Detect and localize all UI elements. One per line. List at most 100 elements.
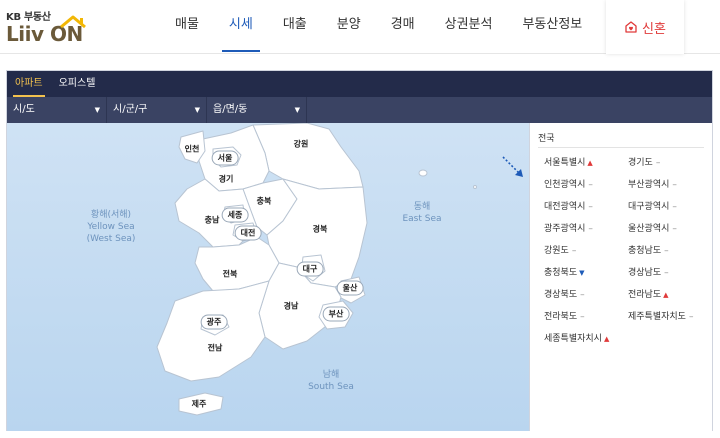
kb-liiv-on-logo[interactable]: KB 부동산 Liiv ON xyxy=(6,6,92,46)
region-list-title: 전국 xyxy=(538,134,555,144)
nav-item-prices[interactable]: 시세 xyxy=(214,0,268,52)
region-list-item-name: 세종특별자치시 xyxy=(544,334,602,344)
map-label-seoul[interactable]: 서울 xyxy=(211,150,239,166)
heart-house-icon xyxy=(625,21,637,33)
region-list-item-name: 인천광역시 xyxy=(544,180,586,190)
nav-item-realestate-info[interactable]: 부동산정보 xyxy=(507,0,597,52)
region-list-item[interactable]: 전라북도 – xyxy=(544,309,585,322)
nav-item-auction[interactable]: 경매 xyxy=(376,0,430,52)
map-label-jeju[interactable]: 제주 xyxy=(192,399,207,410)
nav-item-commercial-analysis[interactable]: 상권분석 xyxy=(430,0,508,52)
region-list-item[interactable]: 인천광역시 – xyxy=(544,177,593,190)
trend-up-icon: ▲ xyxy=(587,159,593,167)
map-label-gangwon[interactable]: 강원 xyxy=(294,139,309,150)
map-label-chungbuk[interactable]: 충북 xyxy=(257,196,272,207)
region-filter-bar: 시/도 ▼ 시/군/구 ▼ 읍/면/동 ▼ xyxy=(7,97,712,123)
map-label-gwangju[interactable]: 광주 xyxy=(200,314,228,330)
trend-flat-icon: – xyxy=(688,312,694,322)
region-list-item-name: 제주특별자치도 xyxy=(628,312,686,322)
map-label-daegu[interactable]: 대구 xyxy=(296,261,324,277)
trend-flat-icon: – xyxy=(580,312,585,322)
region-list-item[interactable]: 세종특별자치시 ▲ xyxy=(544,331,609,344)
west-sea-en-alt: (West Sea) xyxy=(86,234,136,244)
region-list-item[interactable]: 서울특별시 ▲ xyxy=(544,155,593,168)
region-list-item-name: 경기도 xyxy=(628,158,653,168)
nav-item-presale[interactable]: 분양 xyxy=(322,0,376,52)
eupmyeondong-select[interactable]: 읍/면/동 ▼ xyxy=(207,97,307,123)
region-list-item[interactable]: 충청남도 – xyxy=(628,243,669,256)
region-list-item[interactable]: 울산광역시 – xyxy=(628,221,677,234)
region-list-item-name: 강원도 xyxy=(544,246,569,256)
trend-flat-icon: – xyxy=(588,224,593,234)
region-list-item-name: 대구광역시 xyxy=(628,202,670,212)
nav-label: 분양 xyxy=(336,17,361,32)
property-type-tabs: 아파트 오피스텔 xyxy=(7,71,712,97)
trend-flat-icon: – xyxy=(571,246,577,256)
sigungu-select[interactable]: 시/군/구 ▼ xyxy=(107,97,207,123)
region-list-item[interactable]: 전라남도 ▲ xyxy=(628,287,669,300)
newlywed-button[interactable]: 신혼 xyxy=(606,0,684,54)
korea-map[interactable]: 황해(서해) Yellow Sea (West Sea) 동해 East Sea… xyxy=(7,123,529,431)
region-list-item[interactable]: 경기도 – xyxy=(628,155,660,168)
sido-select[interactable]: 시/도 ▼ xyxy=(7,97,107,123)
tab-apartment[interactable]: 아파트 xyxy=(7,71,51,97)
east-sea-en: East Sea xyxy=(402,214,442,224)
price-map-panel: 아파트 오피스텔 시/도 ▼ 시/군/구 ▼ 읍/면/동 ▼ 황해(서해) Ye… xyxy=(6,70,713,431)
map-label-jeonnam[interactable]: 전남 xyxy=(208,343,223,354)
region-list-divider xyxy=(538,147,704,148)
region-trend-list: 전국 서울특별시 ▲ 경기도 – 인천광역시 – 부산광역시 – 대전광역시 – 대구광역시 – 광주광… xyxy=(529,123,712,431)
south-sea-en: South Sea xyxy=(308,382,354,392)
map-label-ulsan[interactable]: 울산 xyxy=(336,280,364,296)
region-list-item[interactable]: 충청북도 ▼ xyxy=(544,265,585,278)
region-list-item-name: 대전광역시 xyxy=(544,202,586,212)
region-list-item[interactable]: 광주광역시 – xyxy=(544,221,593,234)
region-list-item[interactable]: 부산광역시 – xyxy=(628,177,677,190)
caret-down-icon: ▼ xyxy=(294,106,300,114)
nav-label: 경매 xyxy=(390,17,415,32)
map-label-gyeongbuk[interactable]: 경북 xyxy=(313,224,328,235)
trend-flat-icon: – xyxy=(672,202,677,212)
trend-flat-icon: – xyxy=(588,180,593,190)
region-list-item-name: 부산광역시 xyxy=(628,180,670,190)
region-list-item[interactable]: 경상남도 – xyxy=(628,265,669,278)
trend-flat-icon: – xyxy=(588,202,593,212)
trend-flat-icon: – xyxy=(664,268,669,278)
map-label-chungnam[interactable]: 충남 xyxy=(205,215,220,226)
eupmyeondong-select-value: 읍/면/동 xyxy=(213,104,248,115)
west-sea-ko: 황해(서해) xyxy=(90,210,132,220)
map-label-busan[interactable]: 부산 xyxy=(322,306,350,322)
map-label-gyeonggi[interactable]: 경기 xyxy=(219,174,234,185)
nav-label: 대출 xyxy=(282,17,307,32)
west-sea-en: Yellow Sea xyxy=(87,222,135,232)
map-label-daejeon[interactable]: 대전 xyxy=(234,225,262,241)
app-root: KB 부동산 Liiv ON 매물 시세 대출 분양 경매 상권분석 부동산정보… xyxy=(0,0,720,438)
map-label-incheon[interactable]: 인천 xyxy=(185,144,200,155)
tab-label: 오피스텔 xyxy=(58,78,96,89)
trend-up-icon: ▲ xyxy=(603,335,610,343)
nav-item-listings[interactable]: 매물 xyxy=(160,0,214,52)
region-list-item-name: 울산광역시 xyxy=(628,224,670,234)
tab-officetel[interactable]: 오피스텔 xyxy=(51,71,104,97)
map-label-gyeongnam[interactable]: 경남 xyxy=(284,301,299,312)
nav-label: 시세 xyxy=(228,17,253,32)
region-shape-gangwon[interactable] xyxy=(252,123,364,190)
pointer-arrowhead xyxy=(515,169,523,177)
map-label-sejong[interactable]: 세종 xyxy=(221,207,249,223)
nav-item-loans[interactable]: 대출 xyxy=(268,0,322,52)
sido-select-value: 시/도 xyxy=(13,104,35,115)
region-list-item[interactable]: 대구광역시 – xyxy=(628,199,677,212)
trend-down-icon: ▼ xyxy=(579,269,585,277)
region-list-item[interactable]: 강원도 – xyxy=(544,243,576,256)
map-label-jeonbuk[interactable]: 전북 xyxy=(223,269,238,280)
region-list-item[interactable]: 제주특별자치도 – xyxy=(628,309,693,322)
house-icon xyxy=(60,15,86,29)
trend-up-icon: ▲ xyxy=(663,291,669,299)
trend-flat-icon: – xyxy=(655,158,661,168)
nav-label: 상권분석 xyxy=(444,17,493,32)
korea-map-svg xyxy=(156,123,523,416)
east-sea-ko: 동해 xyxy=(413,202,431,212)
region-list-item[interactable]: 경상북도 – xyxy=(544,287,585,300)
region-list-item[interactable]: 대전광역시 – xyxy=(544,199,593,212)
tab-label: 아파트 xyxy=(15,78,43,89)
nav-label: 매물 xyxy=(175,17,199,32)
